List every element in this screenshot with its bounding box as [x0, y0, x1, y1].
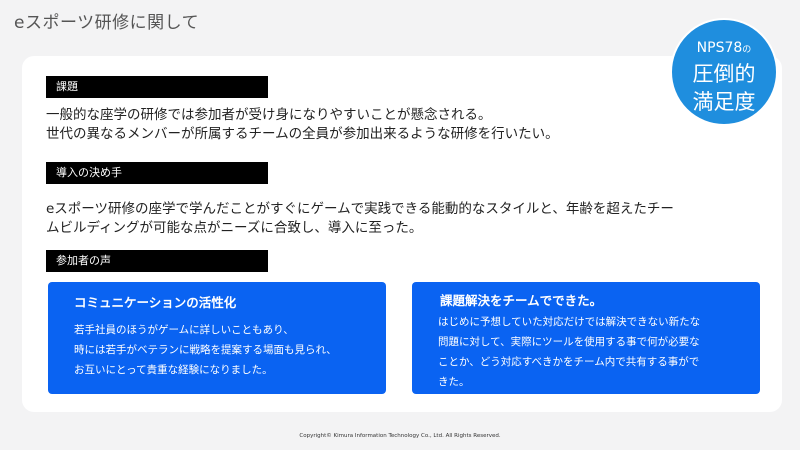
voice-card-line: 時には若手がベテランに戦略を提案する場面も見られ、 [74, 344, 337, 356]
section-label-issue: 課題 [46, 76, 268, 98]
deciding-factor-line-2: ムビルディングが可能な点がニーズに合致し、導入に至った。 [46, 220, 423, 236]
voice-card-title: 課題解決をチームでできた。 [440, 293, 603, 308]
badge-line-1: NPS78の [672, 40, 776, 56]
issue-line-2: 世代の異なるメンバーが所属するチームの全員が参加出来るような研修を行いたい。 [46, 126, 559, 142]
voice-card-title: コミュニケーションの活性化 [74, 295, 237, 310]
deciding-factor-line-1: eスポーツ研修の座学で学んだことがすぐにゲームで実践できる能動的なスタイルと、年… [46, 201, 674, 217]
badge-line-2: 圧倒的 [692, 62, 756, 86]
slide-title: eスポーツ研修に関して [14, 13, 200, 33]
voice-card-line: 若手社員のほうがゲームに詳しいこともあり、 [74, 324, 294, 336]
voice-card-line: はじめに予想していた対応だけでは解決できない新たな [438, 316, 701, 328]
voice-card-line: きた。 [438, 376, 470, 388]
badge-line-3: 満足度 [692, 90, 756, 114]
voice-card-line: 問題に対して、実際にツールを使用する事で何が必要な [438, 336, 700, 348]
badge-nps-score: NPS78 [696, 40, 743, 56]
section-label-deciding-factor: 導入の決め手 [46, 162, 268, 184]
voice-card-communication: コミュニケーションの活性化 若手社員のほうがゲームに詳しいこともあり、 時には若… [48, 282, 386, 394]
voice-card-line: お互いにとって貴重な経験になりました。 [74, 364, 273, 376]
badge-suffix: の [742, 45, 752, 55]
copyright-notice: Copyright© Kimura Information Technology… [299, 433, 501, 439]
voice-card-problem-solving: 課題解決をチームでできた。 はじめに予想していた対応だけでは解決できない新たな … [412, 282, 760, 394]
nps-badge: NPS78の 圧倒的 満足度 [670, 18, 778, 126]
voice-card-line: ことか、どう対応すべきかをチーム内で共有する事がで [438, 356, 700, 368]
section-label-voices: 参加者の声 [46, 250, 268, 272]
issue-line-1: 一般的な座学の研修では参加者が受け身になりやすいことが懸念される。 [46, 107, 492, 123]
